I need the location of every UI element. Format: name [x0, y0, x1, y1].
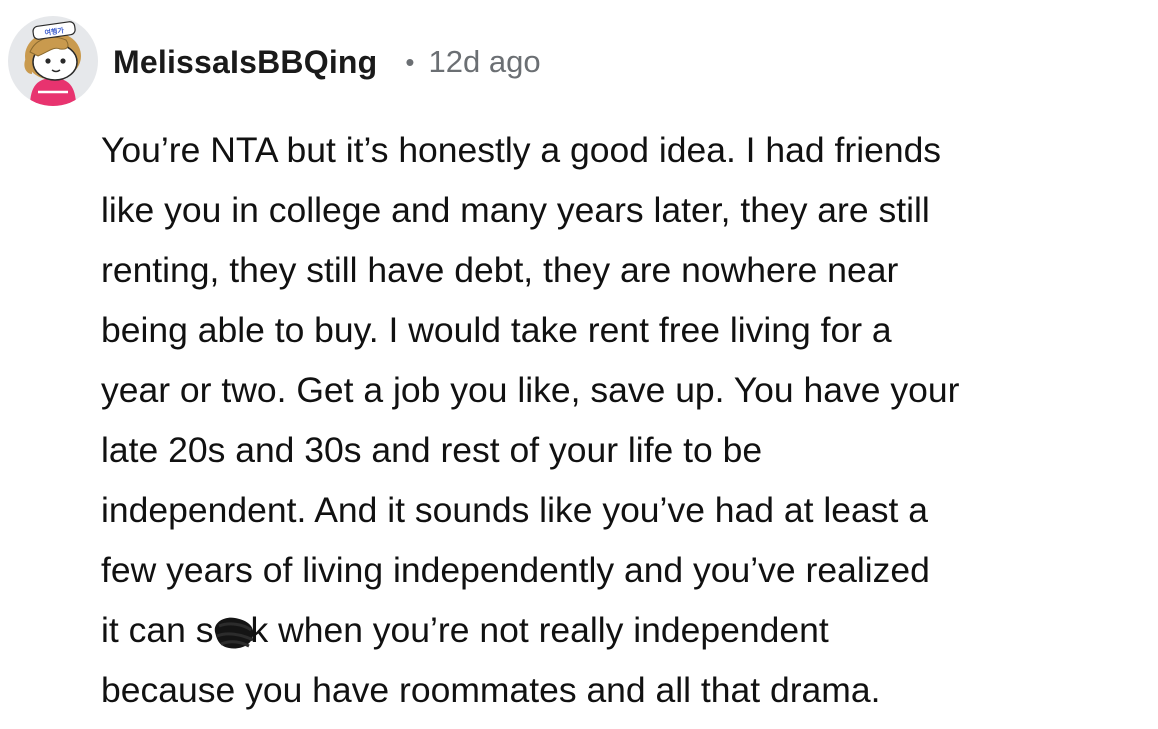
- comment-line: renting, they still have debt, they are …: [101, 250, 899, 290]
- censored-line-after: k when you’re not really independent: [250, 610, 829, 650]
- censored-line-before: it can s: [101, 610, 214, 650]
- comment-line: You’re NTA but it’s honestly a good idea…: [101, 130, 942, 170]
- comment-line: being able to buy. I would take rent fre…: [101, 310, 892, 350]
- timestamp[interactable]: 12d ago: [429, 44, 541, 80]
- comment-line: year or two. Get a job you like, save up…: [101, 370, 960, 410]
- comment-line: late 20s and 30s and rest of your life t…: [101, 430, 763, 470]
- comment-line: independent. And it sounds like you’ve h…: [101, 490, 928, 530]
- snoo-avatar-icon: 여행가: [24, 21, 81, 106]
- comment-line: few years of living independently and yo…: [101, 550, 930, 590]
- separator-dot: •: [405, 47, 415, 77]
- avatar[interactable]: 여행가: [8, 16, 98, 106]
- comment-line: because you have roommates and all that …: [101, 670, 881, 710]
- comment-line-censored: it can s k when you’re not really indepen…: [101, 600, 1151, 660]
- username-link[interactable]: MelissaIsBBQing: [113, 44, 377, 81]
- comment-line: like you in college and many years later…: [101, 190, 930, 230]
- comment-header: MelissaIsBBQing • 12d ago: [113, 42, 541, 82]
- comment-body: You’re NTA but it’s honestly a good idea…: [101, 120, 1151, 720]
